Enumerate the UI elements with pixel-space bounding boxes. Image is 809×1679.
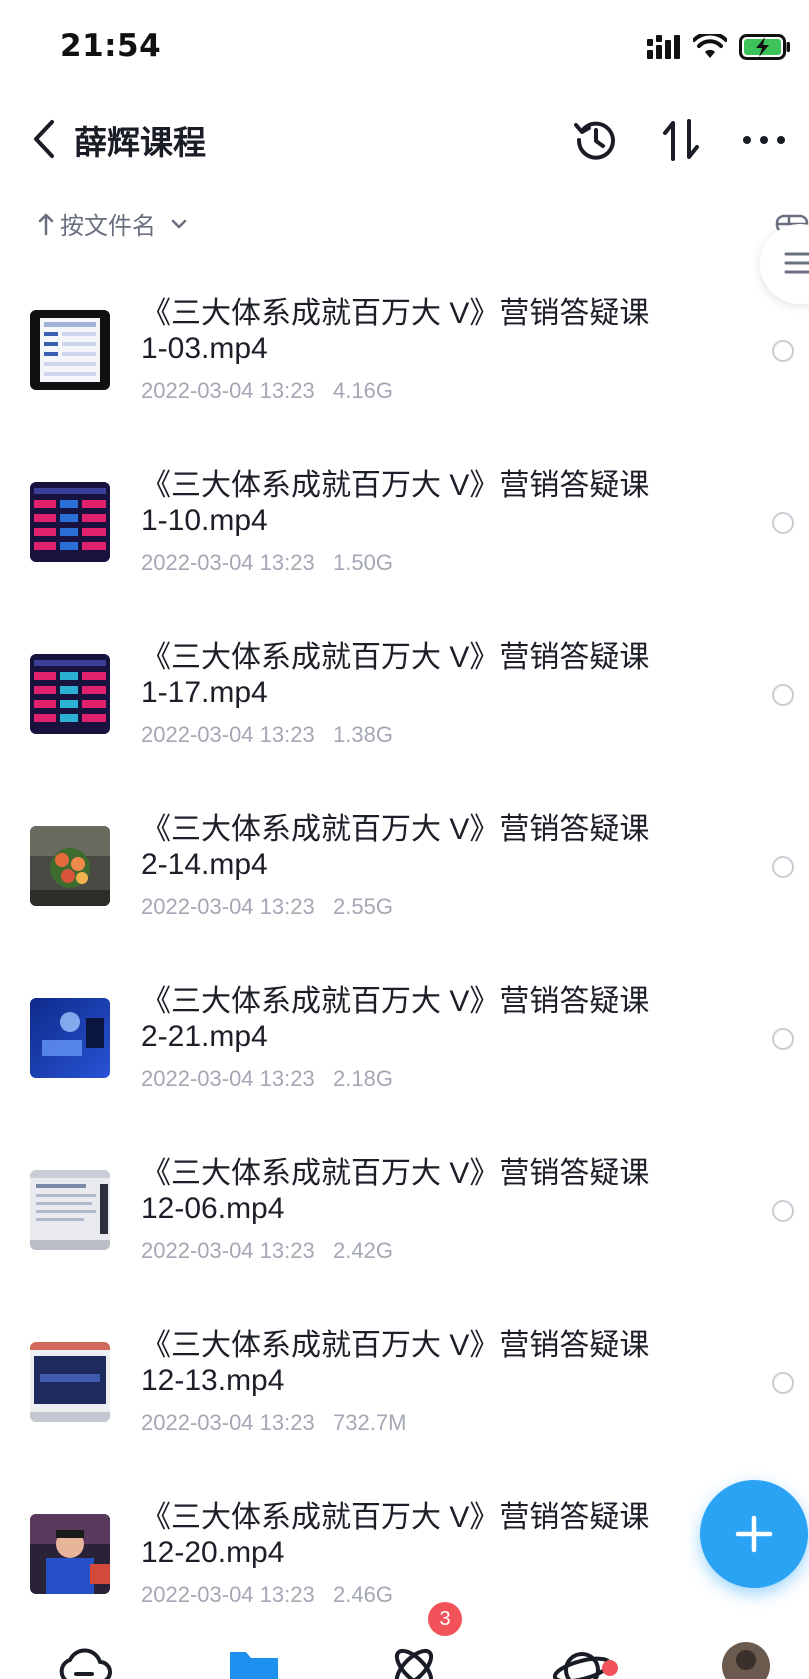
more-icon	[743, 136, 785, 144]
file-date: 2022-03-04 13:23	[141, 378, 315, 403]
video-thumbnail	[30, 310, 110, 390]
video-thumbnail	[30, 1170, 110, 1250]
history-button[interactable]	[570, 114, 622, 166]
file-date: 2022-03-04 13:23	[141, 894, 315, 919]
nav-discover[interactable]	[384, 1638, 444, 1679]
file-size: 2.18G	[333, 1066, 393, 1091]
file-item[interactable]: 《三大体系成就百万大 V》营销答疑课 12-20.mp4 2022-03-04 …	[0, 1474, 809, 1646]
file-item[interactable]: 《三大体系成就百万大 V》营销答疑课 1-10.mp4 2022-03-04 1…	[0, 442, 809, 614]
status-time: 21:54	[60, 28, 162, 64]
file-size: 2.46G	[333, 1582, 393, 1607]
page-title: 薛辉课程	[74, 123, 206, 162]
file-size: 2.42G	[333, 1238, 393, 1263]
video-thumbnail	[30, 826, 110, 906]
sort-dropdown[interactable]: 按文件名	[38, 206, 188, 241]
atom-icon	[394, 1648, 434, 1679]
bottom-nav	[0, 1630, 809, 1679]
file-date: 2022-03-04 13:23	[141, 722, 315, 747]
header: 薛辉课程	[0, 100, 809, 180]
select-radio[interactable]	[772, 1028, 794, 1050]
folder-icon	[230, 1652, 278, 1679]
status-icons	[647, 34, 791, 60]
file-item[interactable]: 《三大体系成就百万大 V》营销答疑课 2-21.mp4 2022-03-04 1…	[0, 958, 809, 1130]
select-radio[interactable]	[772, 340, 794, 362]
video-thumbnail	[30, 1342, 110, 1422]
file-size: 732.7M	[333, 1410, 407, 1435]
file-size: 4.16G	[333, 378, 393, 403]
battery-charging-icon	[739, 34, 790, 60]
select-radio[interactable]	[772, 856, 794, 878]
file-item[interactable]: 《三大体系成就百万大 V》营销答疑课 1-17.mp4 2022-03-04 1…	[0, 614, 809, 786]
back-chevron-icon	[34, 120, 54, 158]
video-thumbnail	[30, 998, 110, 1078]
file-meta: 2022-03-04 13:23 2.42G	[141, 1238, 393, 1264]
nav-profile[interactable]	[722, 1638, 782, 1679]
sort-ascending-icon	[38, 213, 54, 235]
file-date: 2022-03-04 13:23	[141, 1066, 315, 1091]
select-radio[interactable]	[772, 512, 794, 534]
file-meta: 2022-03-04 13:23 2.46G	[141, 1582, 393, 1608]
file-date: 2022-03-04 13:23	[141, 1410, 315, 1435]
file-size: 1.50G	[333, 550, 393, 575]
file-meta: 2022-03-04 13:23 732.7M	[141, 1410, 406, 1436]
file-name: 《三大体系成就百万大 V》营销答疑课 1-10.mp4	[141, 469, 650, 537]
file-item[interactable]: 《三大体系成就百万大 V》营销答疑课 12-13.mp4 2022-03-04 …	[0, 1302, 809, 1474]
sort-toggle-button[interactable]	[655, 114, 707, 166]
video-thumbnail	[30, 1514, 110, 1594]
file-name: 《三大体系成就百万大 V》营销答疑课 2-14.mp4	[141, 813, 650, 881]
sort-label: 按文件名	[60, 212, 156, 240]
file-name: 《三大体系成就百万大 V》营销答疑课 2-21.mp4	[141, 985, 650, 1053]
file-item[interactable]: 《三大体系成就百万大 V》营销答疑课 1-03.mp4 2022-03-04 1…	[0, 270, 809, 442]
file-name: 《三大体系成就百万大 V》营销答疑课 1-03.mp4	[141, 297, 650, 365]
file-date: 2022-03-04 13:23	[141, 550, 315, 575]
status-bar: 21:54	[0, 0, 809, 100]
file-meta: 2022-03-04 13:23 1.50G	[141, 550, 393, 576]
file-meta: 2022-03-04 13:23 2.18G	[141, 1066, 393, 1092]
file-name: 《三大体系成就百万大 V》营销答疑课 1-17.mp4	[141, 641, 650, 709]
avatar	[722, 1642, 770, 1679]
file-item[interactable]: 《三大体系成就百万大 V》营销答疑课 12-06.mp4 2022-03-04 …	[0, 1130, 809, 1302]
file-item[interactable]: 《三大体系成就百万大 V》营销答疑课 2-14.mp4 2022-03-04 1…	[0, 786, 809, 958]
file-meta: 2022-03-04 13:23 1.38G	[141, 722, 393, 748]
nav-home[interactable]	[54, 1638, 114, 1679]
back-button[interactable]	[24, 114, 64, 164]
select-radio[interactable]	[772, 1200, 794, 1222]
file-name: 《三大体系成就百万大 V》营销答疑课 12-13.mp4	[141, 1329, 650, 1397]
wifi-icon	[693, 34, 727, 58]
file-size: 1.38G	[333, 722, 393, 747]
sort-arrows-icon	[663, 119, 699, 161]
file-size: 2.55G	[333, 894, 393, 919]
file-meta: 2022-03-04 13:23 4.16G	[141, 378, 393, 404]
file-name: 《三大体系成就百万大 V》营销答疑课 12-06.mp4	[141, 1157, 650, 1225]
add-button[interactable]	[700, 1480, 808, 1588]
file-date: 2022-03-04 13:23	[141, 1582, 315, 1607]
select-radio[interactable]	[772, 1372, 794, 1394]
more-button[interactable]	[738, 114, 790, 166]
cloud-icon	[59, 1648, 112, 1679]
notification-dot	[602, 1660, 618, 1676]
notification-badge: 3	[428, 1602, 462, 1636]
chevron-down-icon	[171, 219, 187, 228]
plus-icon	[735, 1515, 773, 1553]
nav-files[interactable]	[224, 1638, 284, 1679]
file-meta: 2022-03-04 13:23 2.55G	[141, 894, 393, 920]
video-thumbnail	[30, 654, 110, 734]
cellular-signal-icon	[647, 35, 680, 59]
file-date: 2022-03-04 13:23	[141, 1238, 315, 1263]
history-icon	[574, 121, 615, 160]
file-name: 《三大体系成就百万大 V》营销答疑课 12-20.mp4	[141, 1501, 650, 1569]
select-radio[interactable]	[772, 684, 794, 706]
video-thumbnail	[30, 482, 110, 562]
